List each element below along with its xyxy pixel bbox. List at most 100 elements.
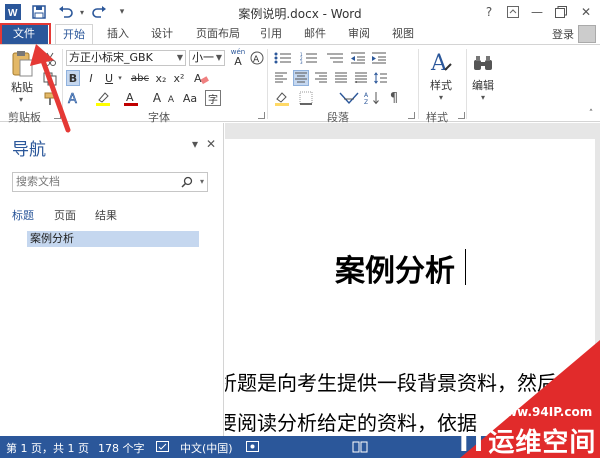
search-dropdown-icon[interactable]: ▾ <box>200 173 204 191</box>
phonetic-guide-button[interactable]: wén A <box>229 47 247 67</box>
clear-formatting-icon[interactable]: A <box>192 70 210 86</box>
font-launcher-icon[interactable] <box>258 112 265 119</box>
styles-launcher-icon[interactable] <box>458 112 465 119</box>
multilevel-list-icon[interactable] <box>325 50 345 66</box>
underline-button[interactable]: U <box>102 70 116 86</box>
restore-icon[interactable] <box>550 2 572 22</box>
search-icon[interactable] <box>181 173 193 194</box>
tab-review[interactable]: 审阅 <box>342 24 376 44</box>
status-word-count[interactable]: 178 个字 <box>98 440 145 456</box>
ribbon-home: 粘贴 ▾ 剪贴板 方正小标宋_GBK ▼ 小一 ▼ wén A A B I U … <box>0 44 600 124</box>
font-color-icon[interactable]: A <box>122 90 140 106</box>
change-case-button[interactable]: Aa <box>180 90 200 106</box>
justify-icon[interactable] <box>333 70 349 86</box>
nav-pane-options-icon[interactable]: ▾ <box>192 137 198 151</box>
document-page[interactable]: 案例分析 析题是向考生提供一段背景资料，然后 要阅读分析给定的资料，依据 <box>225 139 595 436</box>
align-left-icon[interactable] <box>273 70 289 86</box>
strikethrough-button[interactable]: abc <box>130 70 150 86</box>
document-title: 案例分析 <box>335 254 455 289</box>
align-right-icon[interactable] <box>313 70 329 86</box>
nav-search-input[interactable]: 搜索文档 ▾ <box>12 172 208 192</box>
svg-text:3: 3 <box>300 60 303 64</box>
title-bar: W ▾ ▾ 案例说明.docx - Word ? — ✕ <box>0 0 600 24</box>
bullets-icon[interactable] <box>273 50 293 66</box>
minimize-button[interactable]: — <box>526 2 548 22</box>
chevron-down-icon: ▼ <box>176 53 183 62</box>
tab-design[interactable]: 设计 <box>145 24 179 44</box>
increase-indent-icon[interactable] <box>370 50 388 66</box>
read-mode-icon[interactable] <box>352 441 368 456</box>
styles-button[interactable]: 样式 <box>426 78 456 92</box>
line-spacing-icon[interactable] <box>373 70 389 86</box>
tab-insert[interactable]: 插入 <box>101 24 135 44</box>
underline-dropdown-icon[interactable]: ▾ <box>116 70 124 86</box>
binoculars-icon[interactable] <box>471 51 495 75</box>
distributed-icon[interactable] <box>353 70 369 86</box>
subscript-button[interactable]: x₂ <box>153 70 169 86</box>
close-button[interactable]: ✕ <box>575 2 597 22</box>
editing-dropdown-icon[interactable]: ▾ <box>478 92 488 102</box>
format-painter-icon[interactable] <box>42 91 58 107</box>
styles-gallery-icon[interactable]: A <box>428 49 454 77</box>
font-size-value: 小一 <box>192 51 214 64</box>
font-name-combo[interactable]: 方正小标宋_GBK ▼ <box>66 50 186 66</box>
collapse-ribbon-icon[interactable]: ˄ <box>586 109 596 119</box>
chevron-down-icon: ▼ <box>215 53 222 62</box>
text-effects-icon[interactable]: A <box>66 90 84 106</box>
font-size-combo[interactable]: 小一 ▼ <box>189 50 225 66</box>
tab-home[interactable]: 开始 <box>55 24 93 44</box>
clipboard-launcher-icon[interactable] <box>54 112 61 119</box>
tab-mailings[interactable]: 邮件 <box>298 24 332 44</box>
nav-pane-close-icon[interactable]: ✕ <box>206 137 216 151</box>
grow-font-button[interactable]: A <box>150 90 164 106</box>
shrink-font-button[interactable]: A <box>165 93 177 106</box>
proofing-icon[interactable] <box>156 441 170 456</box>
superscript-button[interactable]: x² <box>171 70 187 86</box>
divider <box>418 49 419 119</box>
bold-button[interactable]: B <box>66 70 80 86</box>
document-area: 案例分析 析题是向考生提供一段背景资料，然后 要阅读分析给定的资料，依据 <box>225 123 600 436</box>
styles-dropdown-icon[interactable]: ▾ <box>436 92 446 102</box>
decrease-indent-icon[interactable] <box>349 50 367 66</box>
highlight-color-icon[interactable] <box>94 90 112 106</box>
show-formatting-icon[interactable]: ¶ <box>385 90 403 106</box>
avatar[interactable] <box>578 25 596 43</box>
paste-dropdown-icon[interactable]: ▾ <box>16 94 26 104</box>
tab-view[interactable]: 视图 <box>386 24 420 44</box>
nav-pane-title: 导航 <box>12 140 46 160</box>
font-name-value: 方正小标宋_GBK <box>69 51 153 64</box>
status-page-count[interactable]: 第 1 页，共 1 页 <box>6 440 89 456</box>
paste-icon[interactable] <box>8 49 36 79</box>
nav-tab-pages[interactable]: 页面 <box>54 207 76 223</box>
copy-icon[interactable] <box>42 71 58 87</box>
status-language[interactable]: 中文(中国) <box>180 440 233 456</box>
paste-button[interactable]: 粘贴 <box>8 80 36 94</box>
chinese-layout-icon[interactable] <box>337 90 361 106</box>
shading-icon[interactable] <box>273 90 291 106</box>
borders-icon[interactable] <box>297 90 315 106</box>
nav-heading-item[interactable]: 案例分析 <box>27 231 199 247</box>
paragraph-launcher-icon[interactable] <box>408 112 415 119</box>
character-border-button[interactable]: 字 <box>205 90 221 106</box>
cut-icon[interactable] <box>42 51 58 67</box>
document-paragraph-line: 要阅读分析给定的资料，依据 <box>225 411 477 435</box>
italic-button[interactable]: I <box>84 70 98 86</box>
text-cursor <box>465 249 466 285</box>
document-paragraph-line: 析题是向考生提供一段背景资料，然后 <box>225 371 557 395</box>
tab-page-layout[interactable]: 页面布局 <box>190 24 246 44</box>
editing-button[interactable]: 编辑 <box>468 78 498 92</box>
word-window: W ▾ ▾ 案例说明.docx - Word ? — ✕ 文件 开始 插入 设计… <box>0 0 600 458</box>
help-button[interactable]: ? <box>478 2 500 22</box>
nav-tab-results[interactable]: 结果 <box>95 207 117 223</box>
login-link[interactable]: 登录 <box>552 26 574 42</box>
nav-tab-headings[interactable]: 标题 <box>12 207 34 223</box>
phonetic-guide-letter: A <box>234 55 242 68</box>
ribbon-display-options-icon[interactable] <box>502 2 524 22</box>
sort-icon[interactable]: AZ <box>363 90 381 106</box>
divider <box>466 49 467 119</box>
macro-record-icon[interactable] <box>246 441 260 456</box>
tab-references[interactable]: 引用 <box>254 24 288 44</box>
enclose-character-icon[interactable]: A <box>249 49 265 67</box>
align-center-icon[interactable] <box>293 70 309 86</box>
numbering-icon[interactable]: 123 <box>299 50 319 66</box>
